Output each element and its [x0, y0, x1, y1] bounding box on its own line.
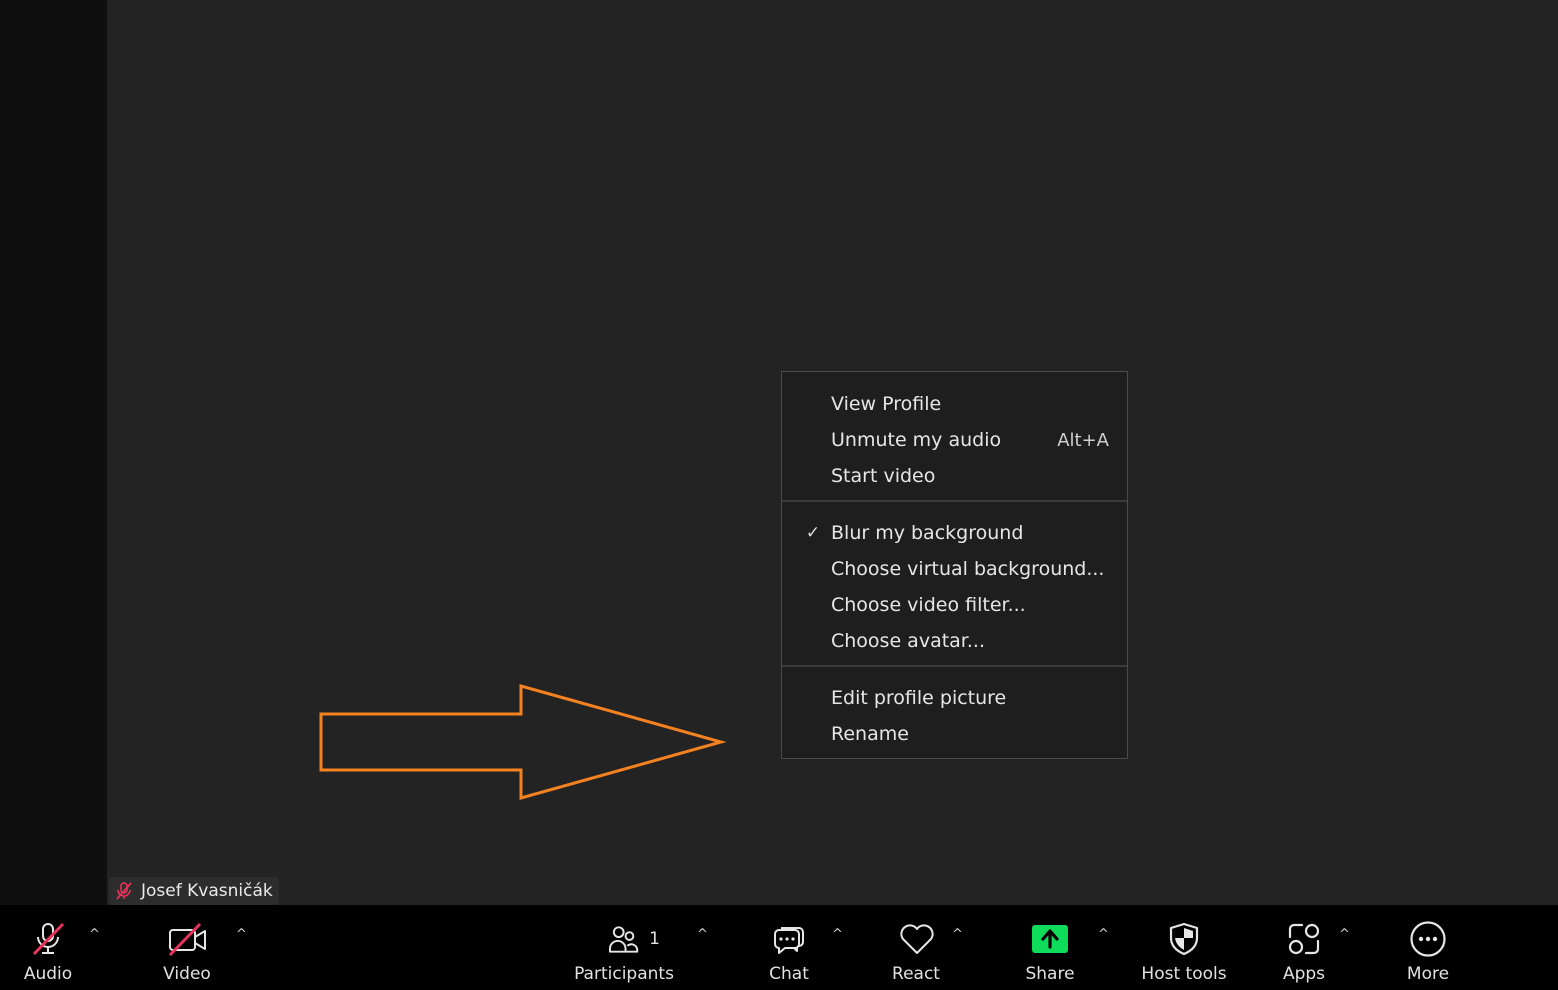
video-button[interactable]: Video	[140, 905, 236, 990]
participant-context-menu: View Profile Unmute my audio Alt+A Start…	[781, 371, 1128, 759]
apps-button[interactable]: Apps	[1270, 905, 1338, 990]
menu-item-virtual-background[interactable]: Choose virtual background...	[782, 551, 1127, 587]
menu-item-label: Edit profile picture	[831, 687, 1007, 709]
people-icon: 1	[608, 921, 660, 957]
menu-item-label: Blur my background	[831, 522, 1024, 544]
video-options-caret[interactable]: ^	[236, 927, 250, 942]
react-label: React	[892, 964, 940, 984]
microphone-muted-icon	[113, 880, 135, 902]
participants-count: 1	[649, 929, 660, 949]
left-sidebar-strip	[0, 0, 107, 905]
menu-item-video-filter[interactable]: Choose video filter...	[782, 587, 1127, 623]
checkmark-icon: ✓	[805, 523, 821, 543]
chat-label: Chat	[769, 964, 809, 984]
camera-off-icon	[167, 921, 209, 957]
menu-item-label: Rename	[831, 723, 909, 745]
menu-item-label: Choose virtual background...	[831, 558, 1105, 580]
audio-button[interactable]: Audio	[0, 905, 96, 990]
share-up-arrow-icon	[1031, 921, 1069, 957]
chat-button[interactable]: Chat	[755, 905, 823, 990]
menu-item-rename[interactable]: Rename	[782, 716, 1127, 752]
menu-item-shortcut: Alt+A	[1057, 429, 1109, 451]
chat-options-caret[interactable]: ^	[832, 927, 846, 942]
apps-options-caret[interactable]: ^	[1339, 927, 1353, 942]
participant-name-tag: Josef Kvasničák	[109, 877, 279, 905]
more-button[interactable]: More	[1392, 905, 1464, 990]
host-tools-label: Host tools	[1141, 964, 1227, 984]
react-button[interactable]: React	[880, 905, 952, 990]
react-options-caret[interactable]: ^	[952, 927, 966, 942]
heart-icon	[898, 921, 936, 957]
menu-item-start-video[interactable]: Start video	[782, 458, 1127, 494]
share-options-caret[interactable]: ^	[1098, 927, 1112, 942]
menu-divider	[782, 665, 1127, 667]
shield-icon	[1168, 921, 1200, 957]
chat-bubble-icon	[771, 921, 807, 957]
apps-grid-icon	[1285, 921, 1323, 957]
menu-item-choose-avatar[interactable]: Choose avatar...	[782, 623, 1127, 659]
menu-item-label: Start video	[831, 465, 936, 487]
video-label: Video	[163, 964, 211, 984]
more-label: More	[1406, 964, 1450, 984]
menu-item-blur-background[interactable]: ✓ Blur my background	[782, 515, 1127, 551]
ellipsis-circle-icon	[1409, 921, 1447, 957]
menu-item-edit-profile-picture[interactable]: Edit profile picture	[782, 680, 1127, 716]
menu-item-label: View Profile	[831, 393, 942, 415]
menu-item-view-profile[interactable]: View Profile	[782, 386, 1127, 422]
share-button[interactable]: Share	[1014, 905, 1086, 990]
menu-item-unmute-audio[interactable]: Unmute my audio Alt+A	[782, 422, 1127, 458]
microphone-muted-icon	[29, 921, 67, 957]
menu-divider	[782, 500, 1127, 502]
share-label: Share	[1025, 964, 1075, 984]
menu-item-label: Unmute my audio	[831, 429, 1002, 451]
participants-label: Participants	[574, 964, 674, 984]
participants-button[interactable]: 1 Participants	[572, 905, 676, 990]
participants-options-caret[interactable]: ^	[697, 927, 711, 942]
menu-item-label: Choose video filter...	[831, 594, 1026, 616]
menu-item-label: Choose avatar...	[831, 630, 985, 652]
audio-label: Audio	[23, 964, 73, 984]
participant-name: Josef Kvasničák	[141, 881, 273, 901]
host-tools-button[interactable]: Host tools	[1138, 905, 1230, 990]
audio-options-caret[interactable]: ^	[89, 927, 103, 942]
apps-label: Apps	[1282, 964, 1326, 984]
annotation-arrow	[319, 684, 727, 800]
meeting-toolbar: Audio ^ Video ^ 1 Participants ^ Chat ^ …	[0, 905, 1558, 990]
